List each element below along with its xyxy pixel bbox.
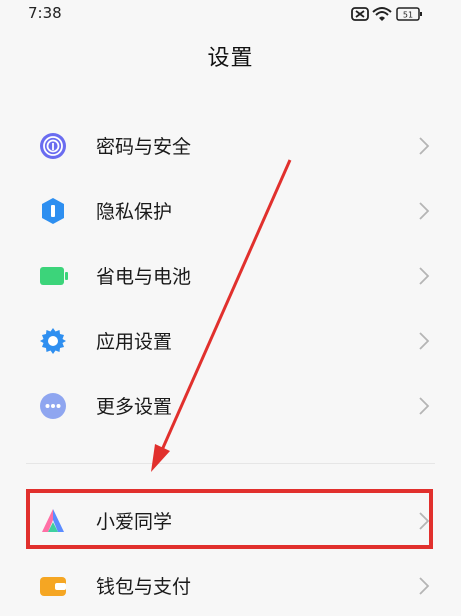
fingerprint-icon bbox=[38, 131, 68, 161]
menu-item-privacy[interactable]: 隐私保护 bbox=[0, 181, 461, 241]
gear-icon bbox=[38, 326, 68, 356]
battery-status-icon: 51 bbox=[396, 7, 422, 21]
privacy-shield-icon bbox=[38, 196, 68, 226]
wallet-icon bbox=[38, 571, 68, 601]
status-icons: 51 bbox=[351, 5, 431, 23]
menu-item-label: 应用设置 bbox=[96, 331, 173, 353]
menu-item-label: 更多设置 bbox=[96, 396, 173, 418]
chevron-right-icon bbox=[417, 266, 431, 286]
annotation-highlight-box bbox=[26, 489, 433, 549]
status-bar: 7:38 51 bbox=[0, 0, 461, 28]
chevron-right-icon bbox=[417, 201, 431, 221]
page-title: 设置 bbox=[207, 46, 254, 71]
chevron-right-icon bbox=[417, 576, 431, 596]
menu-item-label: 省电与电池 bbox=[96, 266, 192, 288]
more-dots-icon bbox=[38, 391, 68, 421]
menu-item-label: 钱包与支付 bbox=[96, 576, 192, 598]
menu-item-battery[interactable]: 省电与电池 bbox=[0, 246, 461, 306]
menu-item-label: 隐私保护 bbox=[96, 201, 173, 223]
section-divider bbox=[26, 463, 435, 464]
battery-level: 51 bbox=[403, 11, 413, 20]
status-time: 7:38 bbox=[28, 4, 62, 22]
chevron-right-icon bbox=[417, 331, 431, 351]
menu-item-password-security[interactable]: 密码与安全 bbox=[0, 116, 461, 176]
wifi-icon bbox=[372, 7, 392, 21]
no-sim-icon bbox=[351, 7, 369, 21]
menu-item-app-settings[interactable]: 应用设置 bbox=[0, 311, 461, 371]
battery-icon bbox=[38, 261, 68, 291]
menu-item-more-settings[interactable]: 更多设置 bbox=[0, 376, 461, 436]
chevron-right-icon bbox=[417, 396, 431, 416]
chevron-right-icon bbox=[417, 136, 431, 156]
menu-item-label: 密码与安全 bbox=[96, 136, 192, 158]
menu-item-wallet[interactable]: 钱包与支付 bbox=[0, 556, 461, 616]
